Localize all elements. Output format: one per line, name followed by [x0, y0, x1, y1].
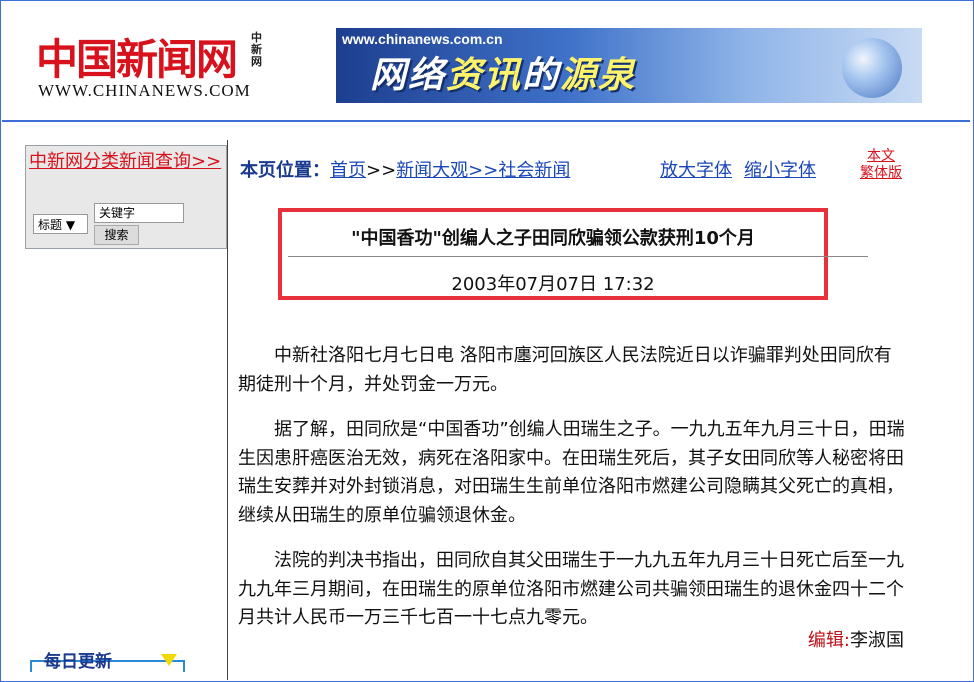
article-header-highlight: "中国香功"创编人之子田同欣骗领公款获刑10个月 2003年07月07日 17:…: [278, 208, 868, 300]
keyword-input[interactable]: 关键字: [94, 203, 184, 223]
article-datetime: 2003年07月07日 17:32: [451, 274, 655, 295]
category-search-link[interactable]: 中新网分类新闻查询>>: [29, 148, 224, 175]
logo-url: WWW.CHINANEWS.COM: [38, 81, 251, 100]
triangle-icon: [161, 654, 177, 666]
breadcrumb-label: 本页位置：: [240, 160, 330, 181]
article-title: "中国香功"创编人之子田同欣骗领公款获刑10个月: [351, 228, 755, 249]
article-paragraph: 据了解，田同欣是“中国香功”创编人田瑞生之子。一九九五年九月三十日，田瑞生因患肝…: [238, 419, 905, 526]
enlarge-font-link[interactable]: 放大字体: [660, 160, 732, 181]
editor-label: 编辑:: [807, 630, 850, 651]
shrink-font-link[interactable]: 缩小字体: [744, 160, 816, 181]
breadcrumb-home[interactable]: 首页: [330, 160, 366, 181]
breadcrumb-separator-link[interactable]: >>: [468, 160, 498, 181]
traditional-line1: 本文: [867, 148, 895, 164]
chevron-down-icon: ▼: [65, 218, 76, 232]
title-divider: [288, 256, 868, 257]
search-button[interactable]: 搜索: [94, 225, 139, 245]
banner-url: www.chinanews.com.cn: [342, 31, 503, 47]
breadcrumb-section[interactable]: 新闻大观: [396, 160, 468, 181]
banner-slogan: 网络资讯的源泉: [370, 46, 636, 98]
article-paragraph: 中新社洛阳七月七日电 洛阳市廛河回族区人民法院近日以诈骗罪判处田同欣有期徒刑十个…: [238, 345, 892, 395]
logo-chinese: 中国新闻网: [36, 35, 238, 84]
traditional-line2: 繁体版: [860, 165, 902, 181]
article-body: 中新社洛阳七月七日电 洛阳市廛河回族区人民法院近日以诈骗罪判处田同欣有期徒刑十个…: [238, 342, 908, 650]
article-paragraph: 法院的判决书指出，田同欣自其父田瑞生于一九九五年九月三十日死亡后至一九九九年三月…: [238, 550, 904, 628]
banner-slogan-part2: 资讯: [446, 55, 523, 96]
header-divider: [2, 120, 970, 122]
traditional-version-link[interactable]: 本文 繁体版: [857, 148, 905, 182]
banner-slogan-part3: 的: [522, 55, 561, 96]
breadcrumb: 本页位置：首页>>新闻大观>>社会新闻: [240, 156, 570, 182]
category-search-box: 中新网分类新闻查询>> 标题 ▼ 关键字 搜索: [25, 145, 227, 249]
breadcrumb-separator: >>: [366, 160, 397, 181]
search-field-select[interactable]: 标题 ▼: [33, 214, 88, 234]
daily-update-header: 每日更新: [30, 645, 190, 675]
banner-slogan-part4: 源泉: [560, 55, 637, 96]
logo-small-text: 中新网: [251, 31, 262, 68]
globe-icon: [842, 38, 902, 98]
daily-update-label: 每日更新: [44, 652, 112, 672]
font-size-controls: 放大字体 缩小字体: [660, 156, 828, 182]
site-logo[interactable]: 中国新闻网 中新网 WWW.CHINANEWS.COM: [36, 26, 276, 106]
editor-name: 李淑国: [850, 630, 904, 651]
select-value: 标题: [38, 218, 63, 232]
banner-slogan-part1: 网络: [370, 55, 447, 96]
banner-ad[interactable]: www.chinanews.com.cn 网络资讯的源泉: [336, 28, 922, 103]
editor-credit: 编辑:李淑国: [808, 626, 904, 652]
breadcrumb-subsection[interactable]: 社会新闻: [498, 160, 570, 181]
column-divider: [227, 140, 228, 680]
